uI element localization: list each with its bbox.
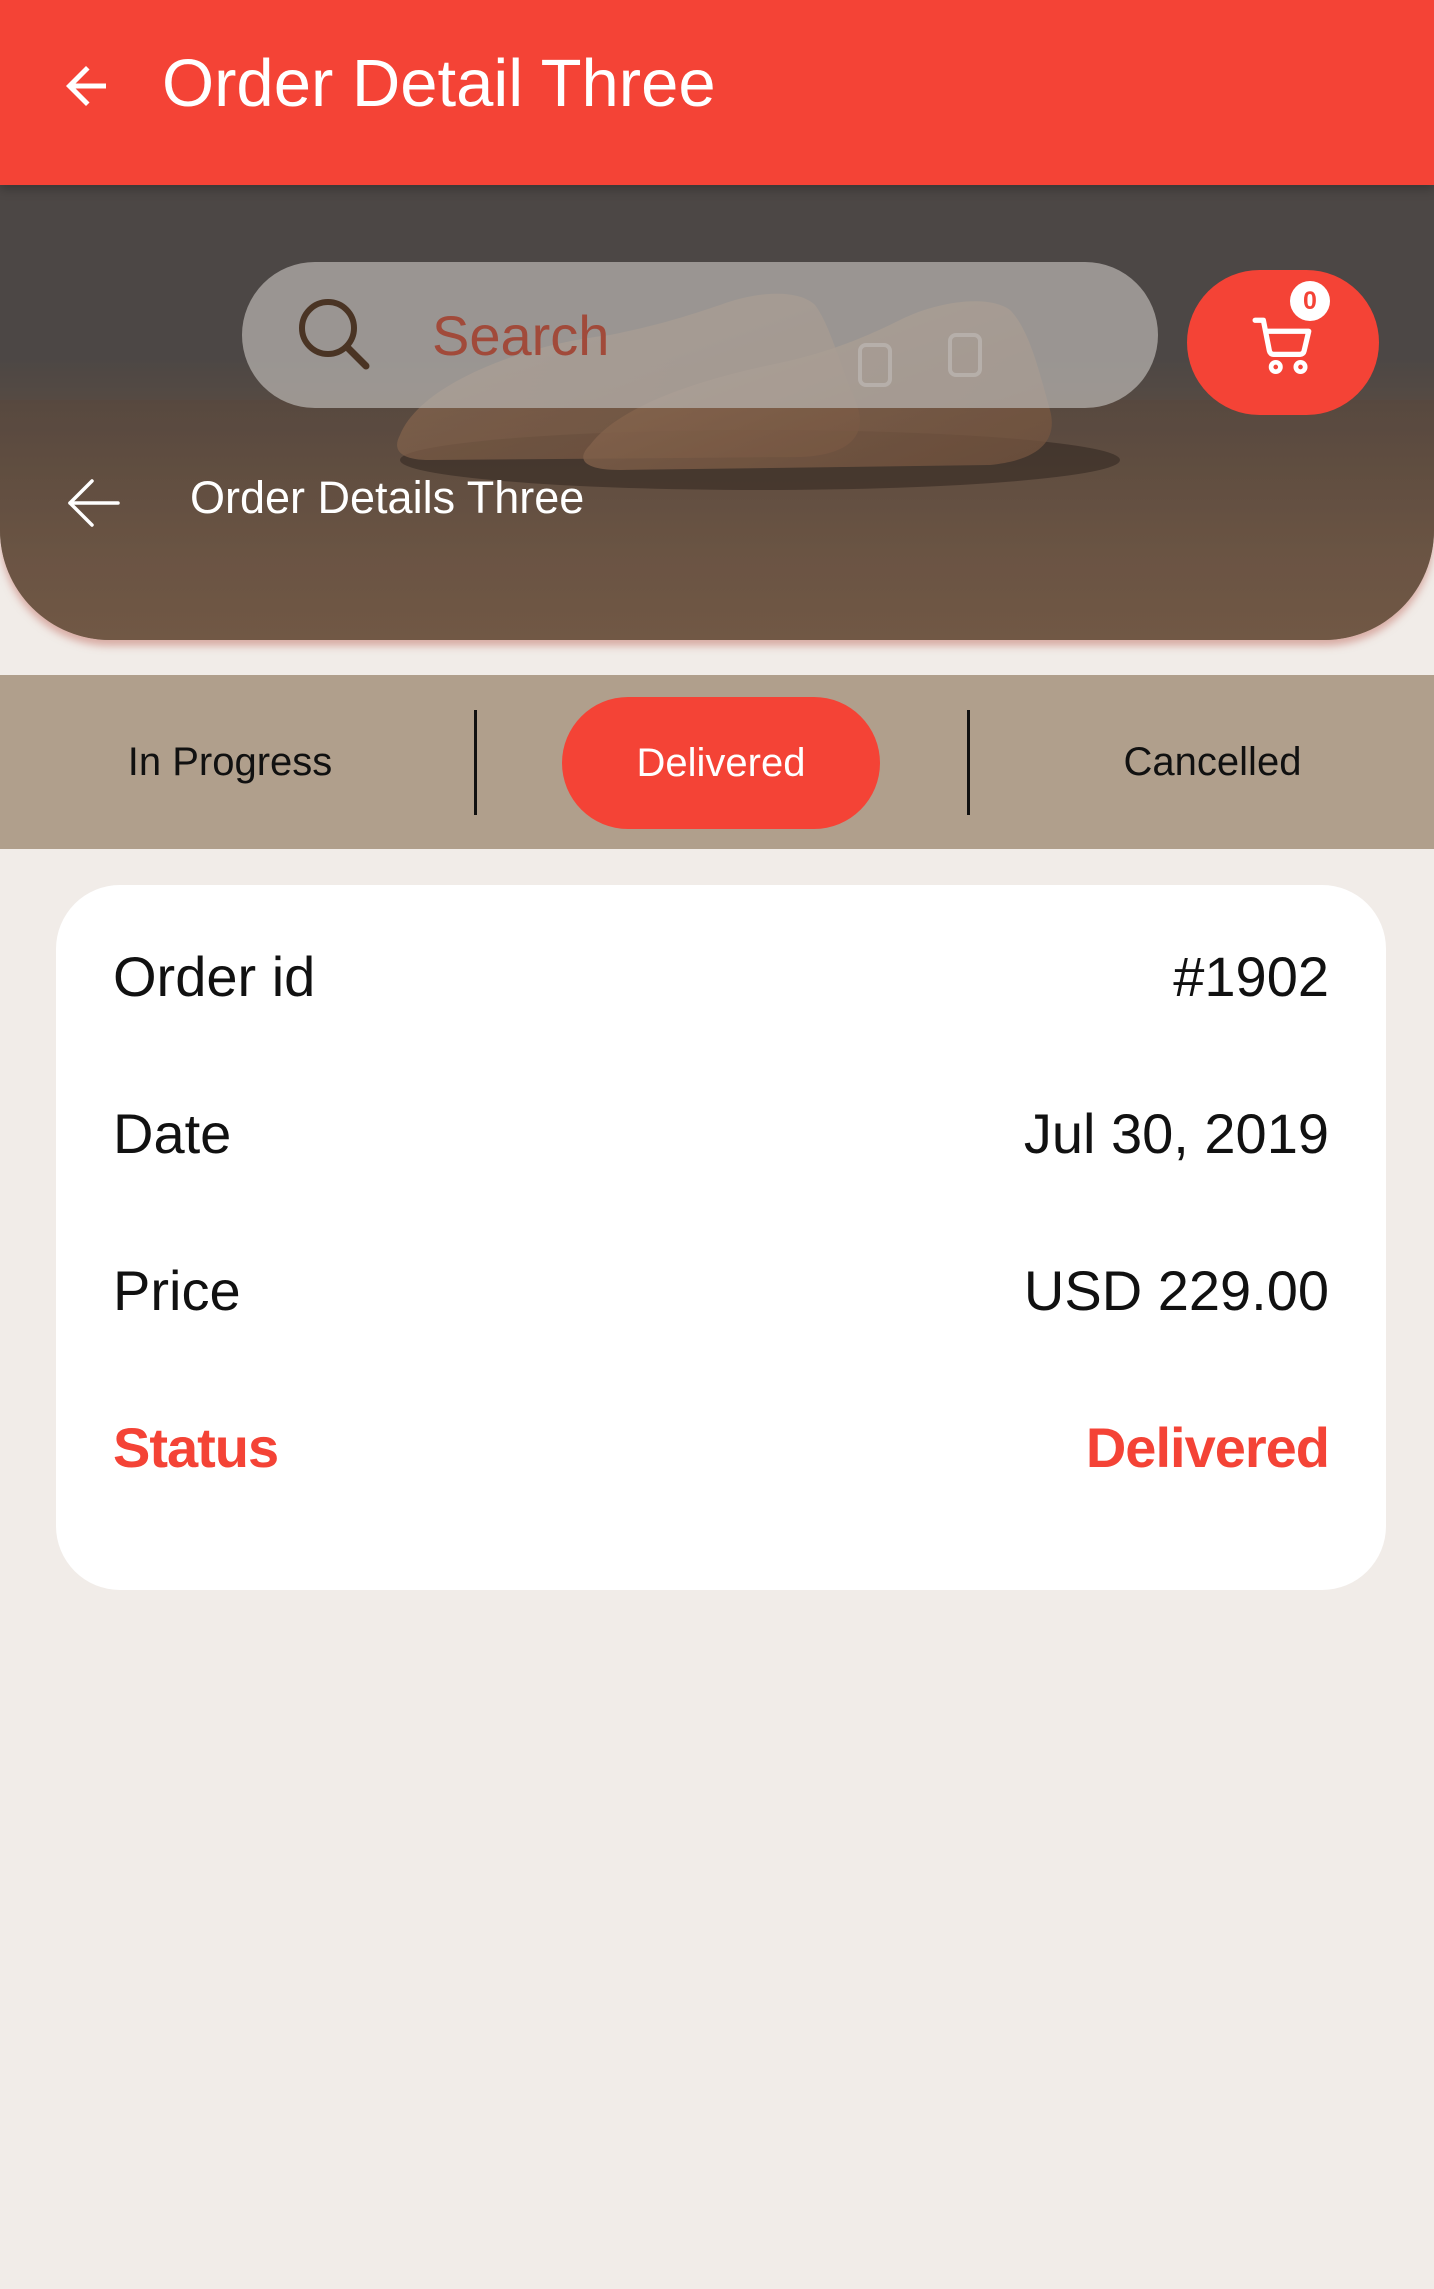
search-bar[interactable] (242, 262, 1158, 408)
tab-divider (474, 710, 477, 815)
date-row: Date Jul 30, 2019 (113, 1094, 1329, 1174)
order-id-row: Order id #1902 (113, 937, 1329, 1017)
order-status-tabs: In Progress Delivered Cancelled (0, 675, 1434, 849)
price-label: Price (113, 1259, 241, 1322)
shoes-background-image (0, 185, 1434, 640)
section-title: Order Details Three (190, 472, 585, 523)
cart-count-badge: 0 (1290, 281, 1330, 321)
date-value: Jul 30, 2019 (1023, 1102, 1329, 1165)
tab-divider (967, 710, 970, 815)
back-arrow-icon[interactable] (56, 56, 116, 116)
price-value: USD 229.00 (1023, 1259, 1329, 1322)
app-bar: Order Detail Three (0, 0, 1434, 185)
order-details-card: Order id #1902 Date Jul 30, 2019 Price U… (56, 885, 1386, 1590)
tab-delivered[interactable]: Delivered (562, 697, 880, 829)
page-title: Order Detail Three (162, 46, 716, 121)
order-id-value: #1902 (1173, 945, 1329, 1008)
status-label: Status (113, 1416, 279, 1479)
order-id-label: Order id (113, 945, 316, 1008)
cart-button[interactable]: 0 (1187, 270, 1379, 415)
hero-banner: 0 Order Details Three (0, 185, 1434, 640)
search-input[interactable] (432, 290, 1112, 380)
cart-icon (1252, 317, 1312, 375)
status-value: Delivered (1085, 1416, 1330, 1479)
price-row: Price USD 229.00 (113, 1251, 1329, 1331)
tab-in-progress[interactable]: In Progress (60, 675, 400, 849)
status-row: Status Delivered (113, 1408, 1330, 1488)
back-arrow-icon[interactable] (66, 475, 122, 531)
search-icon (299, 299, 370, 370)
date-label: Date (113, 1102, 232, 1165)
tab-cancelled[interactable]: Cancelled (1040, 675, 1385, 849)
